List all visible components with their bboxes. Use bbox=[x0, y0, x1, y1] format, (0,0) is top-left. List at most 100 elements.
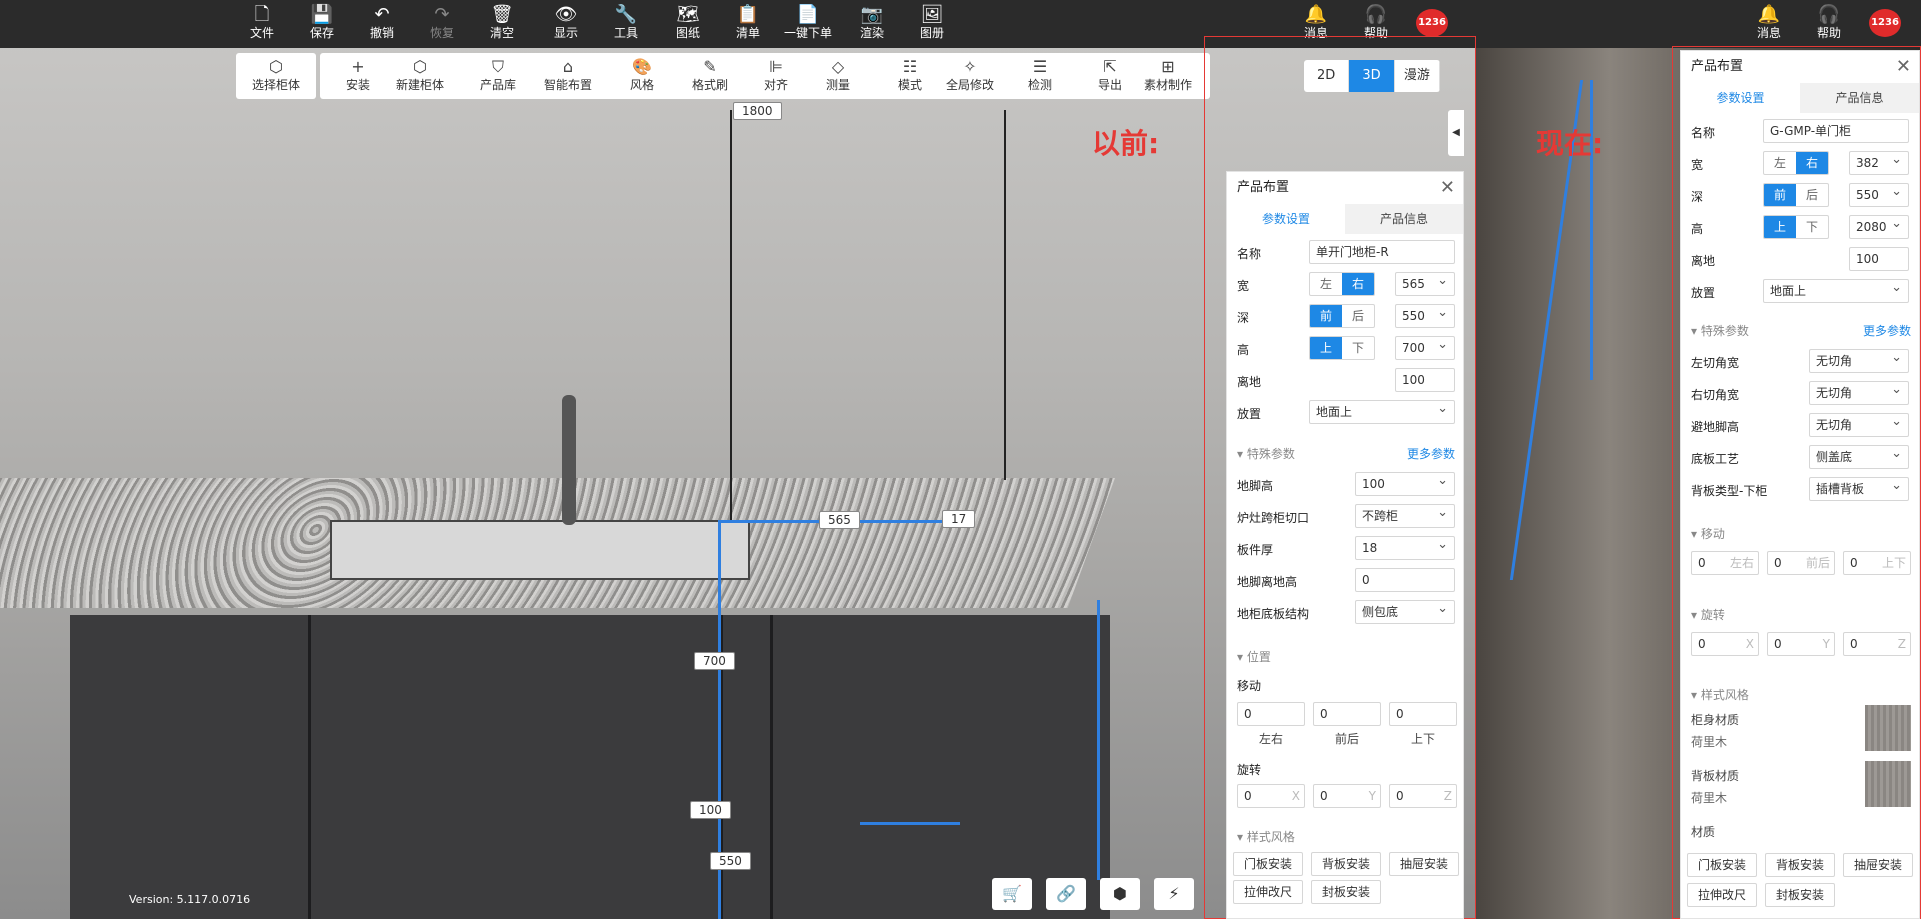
toolbar-headset-button[interactable]: 🎧 帮助 bbox=[1352, 4, 1400, 40]
toolbar-headset-button[interactable]: 🎧 帮助 bbox=[1805, 4, 1853, 40]
move-input[interactable]: 0 上下 bbox=[1843, 551, 1911, 575]
install-button-3[interactable]: 拉伸改尺 bbox=[1233, 880, 1303, 904]
dim-small[interactable]: 17 bbox=[942, 510, 976, 528]
special-params-header[interactable]: ▾ 特殊参数 bbox=[1237, 445, 1295, 462]
subbar-item-6[interactable]: ⊫ 对齐 bbox=[748, 58, 804, 93]
rotate-input[interactable]: 0Z bbox=[1843, 632, 1911, 656]
width-select[interactable]: 382 bbox=[1849, 151, 1909, 175]
material-swatch[interactable] bbox=[1865, 705, 1911, 751]
height-up-option[interactable]: 上 bbox=[1764, 216, 1796, 238]
toolbar-wrench-button[interactable]: 🔧 工具 bbox=[602, 4, 650, 40]
toolbar-camera-button[interactable]: 📷 渲染 bbox=[848, 4, 896, 40]
install-button-2[interactable]: 抽屉安装 bbox=[1389, 852, 1459, 876]
collapse-panel-button[interactable]: ◀ bbox=[1448, 110, 1464, 156]
install-button-4[interactable]: 封板安装 bbox=[1765, 883, 1835, 907]
subbar-item-9[interactable]: ✧ 全局修改 bbox=[942, 58, 998, 93]
height-down-option[interactable]: 下 bbox=[1796, 216, 1828, 238]
width-left-option[interactable]: 左 bbox=[1764, 152, 1796, 174]
view-3d-button[interactable]: 3D bbox=[1349, 60, 1395, 92]
toolbar-bell-button[interactable]: 🔔 消息 bbox=[1745, 4, 1793, 40]
special-param-select[interactable]: 侧包底 bbox=[1355, 600, 1455, 624]
move-input[interactable]: 0 bbox=[1389, 702, 1457, 726]
special-param-select[interactable]: 100 bbox=[1355, 472, 1455, 496]
dim-height[interactable]: 700 bbox=[694, 652, 735, 670]
dim-top[interactable]: 1800 bbox=[733, 102, 782, 120]
toolbar-order-button[interactable]: 📄 一键下单 bbox=[784, 4, 832, 40]
toolbar-clipboard-button[interactable]: 📋 清单 bbox=[724, 4, 772, 40]
move-input[interactable]: 0 bbox=[1313, 702, 1381, 726]
depth-front-option[interactable]: 前 bbox=[1764, 184, 1796, 206]
width-right-option[interactable]: 右 bbox=[1796, 152, 1828, 174]
toolbar-save-button[interactable]: 💾 保存 bbox=[298, 4, 346, 40]
subbar-item-2[interactable]: ⛉ 产品库 bbox=[470, 58, 526, 93]
more-params-link[interactable]: 更多参数 bbox=[1863, 322, 1911, 339]
subbar-item-5[interactable]: ✎ 格式刷 bbox=[682, 58, 738, 93]
rotate-input[interactable]: 0X bbox=[1237, 784, 1305, 808]
tab-product-info[interactable]: 产品信息 bbox=[1800, 83, 1919, 113]
move-header[interactable]: ▾ 移动 bbox=[1691, 525, 1725, 542]
toolbar-bell-button[interactable]: 🔔 消息 bbox=[1292, 4, 1340, 40]
install-button-1[interactable]: 背板安装 bbox=[1765, 853, 1835, 877]
dim-width[interactable]: 565 bbox=[819, 511, 860, 529]
rotate-input[interactable]: 0Y bbox=[1313, 784, 1381, 808]
subbar-item-8[interactable]: ☷ 模式 bbox=[882, 58, 938, 93]
notification-badge[interactable]: 1236 bbox=[1416, 9, 1448, 37]
install-button-3[interactable]: 拉伸改尺 bbox=[1687, 883, 1757, 907]
cart-button[interactable]: 🛒 bbox=[992, 878, 1032, 910]
select-cabinet-button[interactable]: ⬡ 选择柜体 bbox=[236, 58, 316, 93]
view-walk-button[interactable]: 漫游 bbox=[1395, 60, 1440, 92]
install-button-1[interactable]: 背板安装 bbox=[1311, 852, 1381, 876]
name-input[interactable]: 单开门地柜-R bbox=[1309, 240, 1455, 264]
place-select[interactable]: 地面上 bbox=[1309, 400, 1455, 424]
sink[interactable] bbox=[330, 520, 750, 580]
tab-product-info[interactable]: 产品信息 bbox=[1345, 204, 1463, 234]
more-params-link[interactable]: 更多参数 bbox=[1407, 445, 1455, 462]
width-left-option[interactable]: 左 bbox=[1310, 273, 1342, 295]
move-input[interactable]: 0 bbox=[1237, 702, 1305, 726]
special-param-select[interactable]: 无切角 bbox=[1809, 381, 1909, 405]
name-input[interactable]: G-GMP-单门柜 bbox=[1763, 119, 1909, 143]
special-param-select[interactable]: 插槽背板 bbox=[1809, 477, 1909, 501]
rotate-input[interactable]: 0Y bbox=[1767, 632, 1835, 656]
rotate-header[interactable]: ▾ 旋转 bbox=[1691, 606, 1725, 623]
subbar-item-0[interactable]: + 安装 bbox=[330, 58, 386, 93]
link-button[interactable]: 🔗 bbox=[1046, 878, 1086, 910]
move-input[interactable]: 0 前后 bbox=[1767, 551, 1835, 575]
special-param-select[interactable]: 不跨柜 bbox=[1355, 504, 1455, 528]
special-param-select[interactable]: 0 bbox=[1355, 568, 1455, 592]
subbar-item-4[interactable]: 🎨 风格 bbox=[614, 58, 670, 93]
style-header[interactable]: ▾ 样式风格 bbox=[1691, 686, 1749, 703]
subbar-item-1[interactable]: ⬡ 新建柜体 bbox=[392, 58, 448, 93]
subbar-item-12[interactable]: ⊞ 素材制作 bbox=[1140, 58, 1196, 93]
height-select[interactable]: 700 bbox=[1395, 336, 1455, 360]
subbar-item-11[interactable]: ⇱ 导出 bbox=[1082, 58, 1138, 93]
close-icon[interactable]: ✕ bbox=[1896, 51, 1911, 83]
special-param-select[interactable]: 无切角 bbox=[1809, 413, 1909, 437]
depth-front-option[interactable]: 前 bbox=[1310, 305, 1342, 327]
toolbar-undo-button[interactable]: ↶ 撤销 bbox=[358, 4, 406, 40]
toolbar-trash-button[interactable]: 🗑 清空 bbox=[478, 4, 526, 40]
subbar-item-7[interactable]: ◇ 测量 bbox=[810, 58, 866, 93]
toolbar-eye-button[interactable]: 👁 显示 bbox=[542, 4, 590, 40]
install-button-4[interactable]: 封板安装 bbox=[1311, 880, 1381, 904]
install-button-0[interactable]: 门板安装 bbox=[1687, 853, 1757, 877]
depth-back-option[interactable]: 后 bbox=[1342, 305, 1374, 327]
toolbar-album-button[interactable]: 🖼 图册 bbox=[908, 4, 956, 40]
tab-params[interactable]: 参数设置 bbox=[1227, 204, 1345, 234]
toolbar-redo-button[interactable]: ↷ 恢复 bbox=[418, 4, 466, 40]
height-select[interactable]: 2080 bbox=[1849, 215, 1909, 239]
height-up-option[interactable]: 上 bbox=[1310, 337, 1342, 359]
snapshot-button[interactable]: ⚡ bbox=[1154, 878, 1194, 910]
depth-back-option[interactable]: 后 bbox=[1796, 184, 1828, 206]
special-param-select[interactable]: 无切角 bbox=[1809, 349, 1909, 373]
position-header[interactable]: ▾ 位置 bbox=[1237, 648, 1271, 665]
special-param-select[interactable]: 侧盖底 bbox=[1809, 445, 1909, 469]
move-input[interactable]: 0 左右 bbox=[1691, 551, 1759, 575]
close-icon[interactable]: ✕ bbox=[1440, 172, 1455, 204]
subbar-item-10[interactable]: ☰ 检测 bbox=[1012, 58, 1068, 93]
place-select[interactable]: 地面上 bbox=[1763, 279, 1909, 303]
install-button-0[interactable]: 门板安装 bbox=[1233, 852, 1303, 876]
view-2d-button[interactable]: 2D bbox=[1304, 60, 1350, 92]
depth-select[interactable]: 550 bbox=[1849, 183, 1909, 207]
style-header[interactable]: ▾ 样式风格 bbox=[1237, 828, 1295, 845]
